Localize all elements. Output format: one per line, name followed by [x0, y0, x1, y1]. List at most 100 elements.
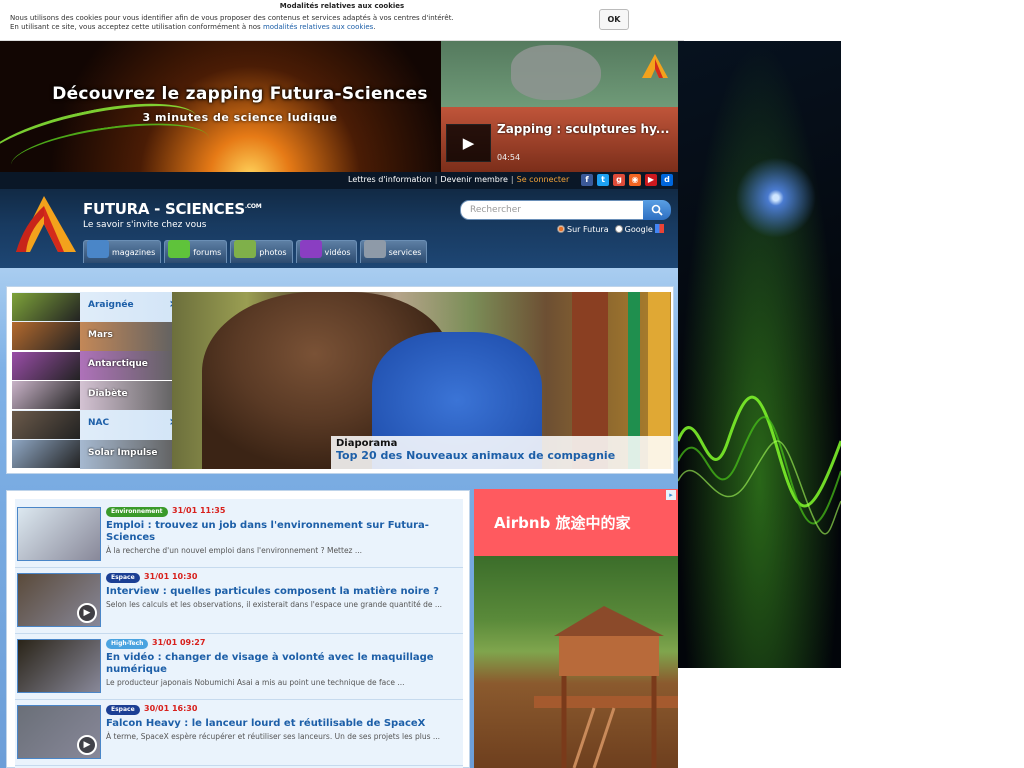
- ad-headline[interactable]: Airbnb 旅途中的家: [474, 489, 678, 556]
- site-header: Lettres d'information | Devenir membre | Se …: [0, 172, 678, 268]
- nav-tab-label: services: [388, 247, 422, 257]
- radio-unchecked-icon: [614, 225, 623, 233]
- video-teaser[interactable]: ▶ Zapping : sculptures hy... 04:54: [441, 41, 678, 172]
- zapping-banner[interactable]: Découvrez le zapping Futura-Sciences 3 m…: [0, 41, 441, 172]
- separator: |: [510, 175, 514, 184]
- news-panel: Environnement 31/01 11:35 Emploi : trouvez…: [6, 490, 470, 768]
- nav-tab-label: vidéos: [324, 247, 351, 257]
- google-icon: [655, 224, 665, 233]
- category-badge[interactable]: Espace: [106, 573, 140, 583]
- news-item[interactable]: ▶ Espace 31/01 10:30 Interview : quelles pa…: [15, 568, 463, 634]
- slider-thumb-image: [12, 322, 80, 351]
- photos-icon: [234, 240, 257, 258]
- slider-thumb-image: [12, 381, 80, 410]
- cookie-ok-button[interactable]: OK: [599, 9, 629, 30]
- news-item[interactable]: ▶ Espace 30/01 16:30 Falcon Heavy : le lanc…: [15, 700, 463, 766]
- slider-thumb[interactable]: Diabète: [12, 380, 175, 411]
- news-item[interactable]: High-Tech 31/01 09:27 En vidéo : changer d…: [15, 634, 463, 700]
- cookie-line2-end: .: [373, 23, 376, 31]
- play-icon[interactable]: ▶: [77, 735, 97, 755]
- caption-title[interactable]: Top 20 des Nouveaux animaux de compagnie: [336, 449, 667, 462]
- news-title[interactable]: En vidéo : changer de visage à volonté a…: [106, 652, 461, 676]
- adchoices-icon[interactable]: ▸: [666, 490, 676, 500]
- google-plus-icon[interactable]: g: [613, 174, 625, 186]
- social-icons: f t g ◉ ▶ d: [581, 174, 673, 186]
- nav-tab-1[interactable]: forums: [164, 240, 228, 263]
- green-wave-decoration: [678, 395, 841, 535]
- news-thumbnail[interactable]: [17, 507, 101, 561]
- slider-thumb[interactable]: Mars: [12, 321, 175, 352]
- newsletter-link[interactable]: Lettres d'information: [348, 175, 432, 184]
- futura-sciences-logo[interactable]: [14, 194, 78, 254]
- news-title[interactable]: Interview : quelles particules composent…: [106, 586, 461, 598]
- nav-tab-label: photos: [259, 247, 287, 257]
- slider-thumb[interactable]: NAC: [12, 410, 175, 440]
- category-badge[interactable]: Espace: [106, 705, 140, 715]
- brand-tagline: Le savoir s'invite chez vous: [83, 220, 207, 230]
- radio-futura[interactable]: Sur Futura: [557, 224, 609, 234]
- news-thumbnail[interactable]: ▶: [17, 705, 101, 759]
- news-description: Selon les calculs et les observations, i…: [106, 600, 443, 609]
- magazines-icon: [87, 240, 109, 258]
- news-title[interactable]: Falcon Heavy : le lanceur lourd et réuti…: [106, 718, 461, 730]
- services-icon: [363, 240, 386, 258]
- news-title[interactable]: Emploi : trouvez un job dans l'environne…: [106, 520, 461, 544]
- slider-thumb-label: Diabète: [88, 388, 128, 399]
- radio-checked-icon: [557, 224, 565, 233]
- news-thumbnail[interactable]: ▶: [17, 573, 101, 627]
- twitter-icon[interactable]: t: [597, 174, 609, 186]
- ad-photo[interactable]: [474, 556, 678, 768]
- cookie-policy-link[interactable]: modalités relatives aux cookies: [263, 23, 373, 31]
- slider-caption[interactable]: Diaporama Top 20 des Nouveaux animaux de…: [331, 436, 672, 469]
- radio-google[interactable]: Google: [614, 224, 665, 234]
- search-icon: [651, 204, 663, 216]
- radio-futura-label: Sur Futura: [567, 224, 609, 234]
- slider-thumb[interactable]: Antarctique: [12, 351, 175, 381]
- banner-subtitle: 3 minutes de science ludique: [142, 111, 338, 124]
- category-badge[interactable]: High-Tech: [106, 639, 149, 649]
- youtube-icon[interactable]: ▶: [645, 174, 657, 186]
- featured-slider: Araignée Mars Antarctique Diabète NAC Solar I…: [6, 286, 674, 474]
- search-button[interactable]: [643, 200, 671, 220]
- news-list: Environnement 31/01 11:35 Emploi : trouvez…: [15, 499, 463, 768]
- slider-thumb-image: [12, 351, 80, 380]
- video-title[interactable]: Zapping : sculptures hy...: [497, 122, 677, 136]
- slider-thumb-image: [12, 292, 80, 321]
- radio-google-label: Google: [624, 225, 653, 234]
- nav-tab-3[interactable]: vidéos: [295, 240, 357, 263]
- play-icon[interactable]: ▶: [77, 603, 97, 623]
- news-date: 31/01 11:35: [172, 506, 226, 515]
- news-description: Le producteur japonais Nobumichi Asai a …: [106, 678, 405, 687]
- advertisement[interactable]: Airbnb 旅途中的家 ▸: [474, 489, 678, 768]
- cookie-line2: En utilisant ce site, vous acceptez cett…: [10, 23, 263, 31]
- facebook-icon[interactable]: f: [581, 174, 593, 186]
- search-input[interactable]: Rechercher: [460, 200, 644, 220]
- rss-icon[interactable]: ◉: [629, 174, 641, 186]
- search-bar: Rechercher: [460, 200, 671, 220]
- login-link[interactable]: Se connecter: [517, 175, 570, 184]
- separator: |: [434, 175, 438, 184]
- become-member-link[interactable]: Devenir membre: [440, 175, 507, 184]
- dailymotion-icon[interactable]: d: [661, 174, 673, 186]
- cookie-banner: Modalités relatives aux cookies Nous uti…: [0, 0, 684, 41]
- caption-kicker: Diaporama: [336, 438, 398, 449]
- slider-thumb[interactable]: Araignée: [12, 292, 175, 322]
- videos-icon: [299, 240, 322, 258]
- play-icon[interactable]: ▶: [446, 124, 491, 162]
- top-links-bar: Lettres d'information | Devenir membre | Se …: [0, 172, 678, 189]
- nav-tab-4[interactable]: services: [359, 240, 428, 263]
- news-description: À la recherche d'un nouvel emploi dans l…: [106, 546, 363, 555]
- news-description: À terme, SpaceX espère récupérer et réut…: [106, 732, 441, 741]
- nav-tab-0[interactable]: magazines: [83, 240, 162, 263]
- news-item[interactable]: Environnement 31/01 11:35 Emploi : trouvez…: [15, 502, 463, 568]
- news-thumbnail[interactable]: [17, 639, 101, 693]
- brand-suffix: .COM: [244, 203, 262, 210]
- cookie-line1: Nous utilisons des cookies pour vous ide…: [10, 14, 454, 22]
- slider-thumb[interactable]: Solar Impulse: [12, 439, 175, 470]
- slider-thumb-label: NAC: [88, 418, 110, 428]
- nav-tab-2[interactable]: photos: [230, 240, 293, 263]
- cookie-title: Modalités relatives aux cookies: [279, 2, 405, 10]
- slider-thumb-image: [12, 410, 80, 439]
- category-badge[interactable]: Environnement: [106, 507, 168, 517]
- news-date: 31/01 09:27: [152, 638, 206, 647]
